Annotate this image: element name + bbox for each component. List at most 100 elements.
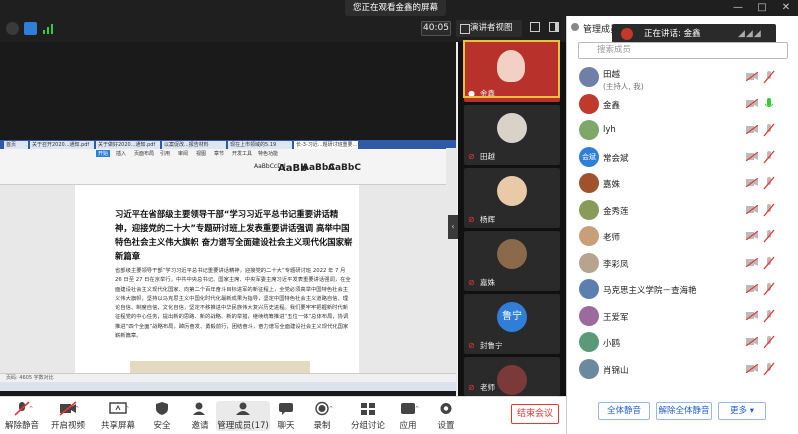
- member-row[interactable]: lyh: [566, 119, 798, 143]
- video-off-icon[interactable]: [745, 204, 759, 214]
- mic-muted-icon[interactable]: [763, 362, 775, 376]
- share-screen-icon: ⌃: [108, 401, 130, 416]
- video-off-icon[interactable]: [745, 283, 759, 294]
- member-name: 金秀莲: [603, 206, 629, 217]
- ribbon-menu[interactable]: 章节: [214, 150, 224, 157]
- mute-all-button[interactable]: 全体静音: [598, 402, 650, 420]
- end-meeting-button[interactable]: 结束会议: [511, 404, 559, 424]
- video-off-icon[interactable]: [745, 257, 759, 267]
- ribbon-menu[interactable]: 页面布局: [134, 150, 154, 157]
- mic-muted-icon[interactable]: [763, 203, 775, 217]
- style-preset[interactable]: AaBbC: [328, 163, 361, 173]
- breakout-icon: [358, 401, 378, 416]
- member-row[interactable]: 田越 (主持人, 我): [566, 66, 798, 91]
- document-scrollbar[interactable]: [446, 148, 456, 380]
- member-row[interactable]: 老师: [566, 225, 798, 249]
- add-user-icon: [190, 401, 210, 416]
- mic-muted-icon[interactable]: [763, 70, 775, 84]
- member-row[interactable]: 会斌 常会斌: [566, 146, 798, 170]
- mic-muted-icon[interactable]: [763, 335, 775, 349]
- ribbon-menu[interactable]: 开发工具: [232, 150, 252, 157]
- record-icon: ⌃: [312, 401, 334, 416]
- unmute-button[interactable]: ⌃ 解除静音: [0, 401, 44, 431]
- mic-muted-icon: ⊘: [468, 215, 475, 224]
- avatar: [579, 279, 599, 299]
- ribbon-menu[interactable]: 引用: [160, 150, 170, 157]
- mic-muted-icon[interactable]: [763, 229, 775, 243]
- record-button[interactable]: ⌃ 录制: [300, 401, 344, 431]
- member-name: 嘉姝: [603, 180, 621, 190]
- shield-icon[interactable]: [24, 22, 37, 35]
- ribbon-menu-home[interactable]: 开始: [96, 150, 111, 157]
- avatar: [579, 173, 599, 193]
- chat-icon: [276, 401, 296, 416]
- close-button[interactable]: ✕: [774, 0, 798, 16]
- video-tile[interactable]: ⊘ 老师: [464, 357, 560, 396]
- video-off-icon[interactable]: [745, 177, 759, 188]
- avatar: [497, 239, 527, 269]
- shared-document-window: 首页 关于召开2020...通知.pdf 关于做好2020...通知.pdf 以…: [0, 140, 456, 391]
- breakout-button[interactable]: 分组讨论: [346, 401, 390, 431]
- browser-tab[interactable]: 首页: [4, 141, 28, 149]
- mic-muted-icon[interactable]: [763, 150, 775, 164]
- manage-members-button[interactable]: 管理成员(17): [216, 401, 270, 431]
- member-row[interactable]: 马克思主义学院－查海艳: [566, 278, 798, 302]
- member-row[interactable]: 金秀莲: [566, 199, 798, 223]
- editor-ribbon: 开始 插入 页面布局 引用 审阅 视图 章节 开发工具 特色功能 AaBbCcD…: [0, 149, 456, 185]
- mic-muted-icon[interactable]: [763, 282, 775, 296]
- video-tile[interactable]: 鲁宁 ⊘ 封鲁宁: [464, 294, 560, 354]
- member-row[interactable]: 小鸥: [566, 331, 798, 355]
- start-video-button[interactable]: ⌃ 开启视频: [46, 401, 90, 431]
- search-input[interactable]: 搜索成员: [578, 42, 788, 59]
- mic-muted-icon[interactable]: [763, 256, 775, 270]
- maximize-button[interactable]: □: [750, 0, 774, 16]
- video-off-icon[interactable]: [745, 151, 759, 161]
- video-off-icon[interactable]: [745, 98, 759, 108]
- settings-button[interactable]: 设置: [424, 401, 468, 431]
- video-off-icon[interactable]: [745, 336, 759, 347]
- speaker-view-button[interactable]: 演讲者视图: [456, 20, 522, 37]
- video-off-icon[interactable]: [745, 230, 759, 241]
- speaking-wave-icon: ◢◢◢: [738, 29, 762, 39]
- ribbon-menu[interactable]: 审阅: [178, 150, 188, 157]
- browser-tab[interactable]: 关于召开2020...通知.pdf: [30, 141, 94, 149]
- info-icon[interactable]: [6, 22, 19, 35]
- member-row[interactable]: 李彩凤: [566, 252, 798, 276]
- document-page[interactable]: 习近平在省部级主要领导干部“学习习近平总书记重要讲话精神，迎接党的二十大”专题研…: [75, 185, 359, 373]
- browser-tab-active[interactable]: 长-3-习近...题研讨班重要...: [294, 141, 358, 149]
- member-row[interactable]: 嘉姝: [566, 172, 798, 196]
- avatar: 鲁宁: [497, 302, 527, 332]
- unmute-all-button[interactable]: 解除全体静音: [656, 402, 712, 420]
- browser-tab[interactable]: 以案促改...报告材料: [162, 141, 226, 149]
- ribbon-menu[interactable]: 视图: [196, 150, 206, 157]
- mic-icon[interactable]: [763, 97, 775, 111]
- mic-muted-icon[interactable]: [763, 123, 775, 137]
- mic-muted-icon[interactable]: [763, 309, 775, 323]
- avatar: [579, 67, 599, 87]
- video-tile[interactable]: ⊘ 嘉姝: [464, 231, 560, 291]
- video-off-icon[interactable]: [745, 310, 759, 320]
- video-off-icon[interactable]: [745, 363, 759, 373]
- share-screen-button[interactable]: ⌃ 共享屏幕: [96, 401, 140, 431]
- browser-tab[interactable]: 关于做好2020...通知.pdf: [96, 141, 160, 149]
- signal-icon[interactable]: [42, 22, 55, 35]
- avatar: 会斌: [579, 146, 599, 167]
- member-row[interactable]: 王爱军: [566, 305, 798, 329]
- mic-muted-icon[interactable]: [763, 176, 775, 190]
- video-tile[interactable]: ⊘ 田越: [464, 105, 560, 165]
- member-name: 肖锦山: [603, 365, 629, 376]
- layout-icon[interactable]: [549, 22, 559, 32]
- minimize-button[interactable]: —: [726, 0, 750, 16]
- member-row[interactable]: 肖锦山: [566, 358, 798, 382]
- mic-muted-icon: ⊘: [468, 341, 475, 350]
- collapse-gallery-button[interactable]: ‹: [448, 215, 458, 239]
- more-button[interactable]: 更多 ▾: [718, 402, 766, 420]
- video-off-icon[interactable]: [745, 71, 759, 82]
- member-row[interactable]: 金鑫: [566, 93, 798, 117]
- video-off-icon[interactable]: [745, 124, 759, 135]
- browser-tab[interactable]: 现在上市领域的5.19: [228, 141, 292, 149]
- ribbon-menu[interactable]: 特色功能: [258, 150, 278, 157]
- fullscreen-icon[interactable]: [530, 22, 540, 32]
- ribbon-menu[interactable]: 插入: [116, 150, 126, 157]
- video-tile[interactable]: ⊘ 杨辉: [464, 168, 560, 228]
